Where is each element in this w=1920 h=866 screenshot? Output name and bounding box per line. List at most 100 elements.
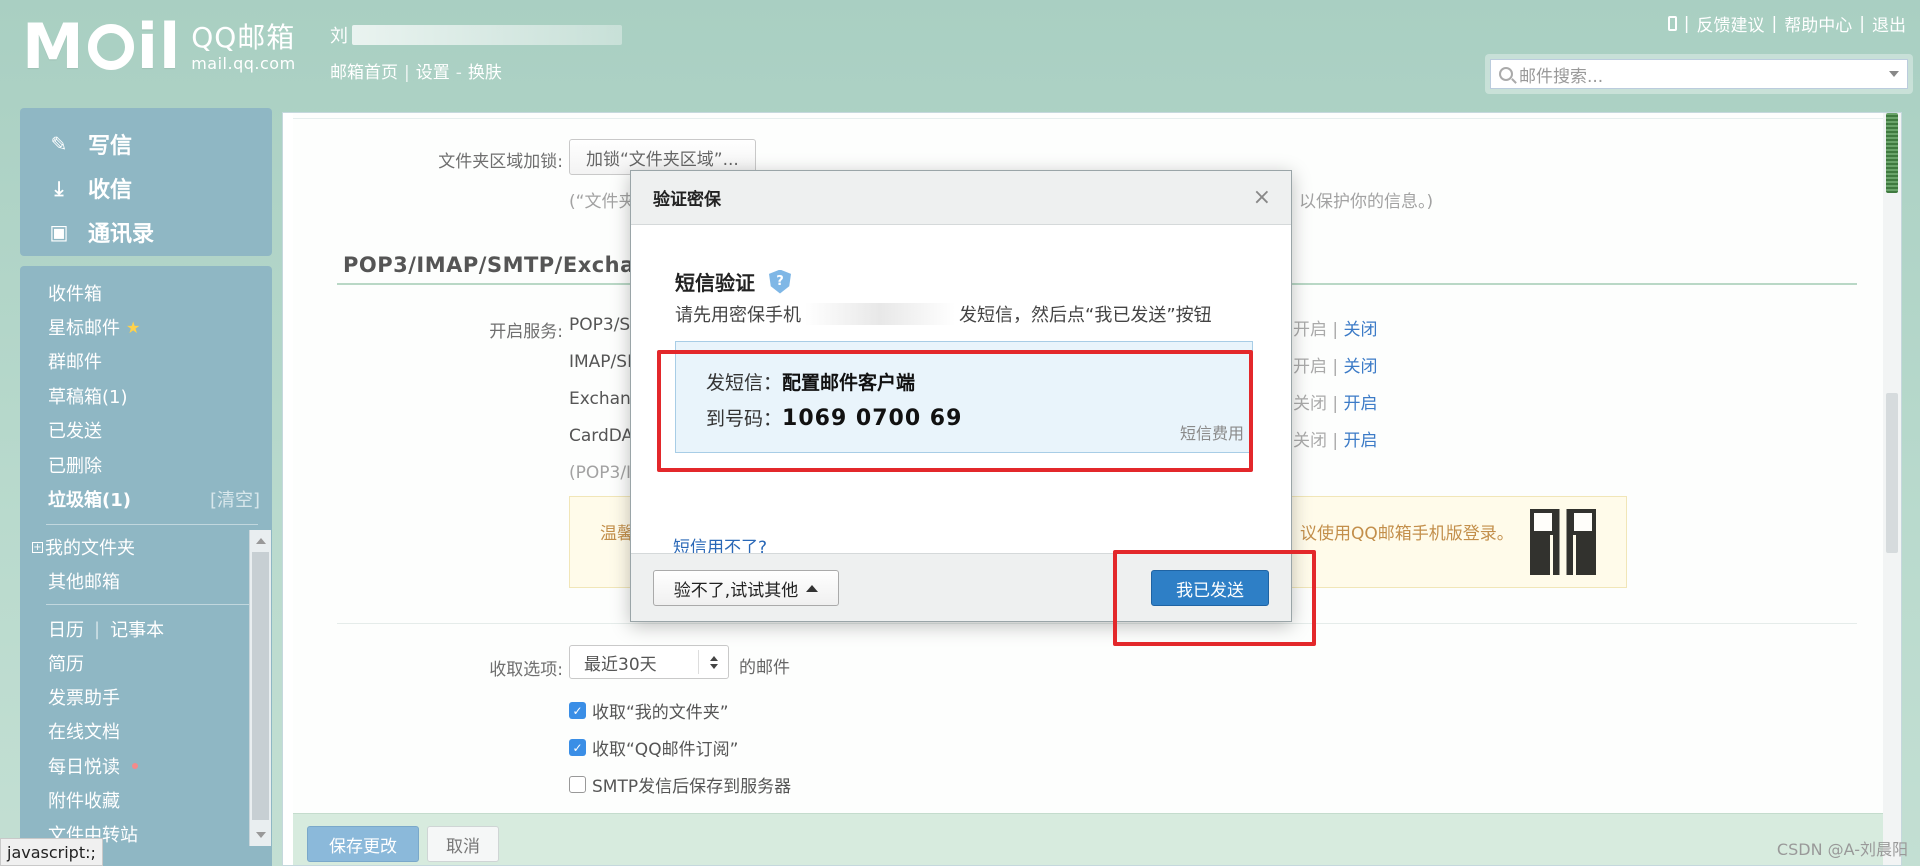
contacts-button[interactable]: ▣ 通讯录 [46,210,272,254]
dialog-title: 验证密保 [653,190,721,210]
feedback-link[interactable]: 反馈建议 [1697,11,1765,36]
highlight-box-sent [1113,550,1316,646]
compose-button[interactable]: ✎ 写信 [46,122,272,166]
skin-link[interactable]: 换肤 [468,63,502,83]
watermark: CSDN @A-刘晨阳 [1776,840,1908,859]
service-pop3: POP3/SI [569,315,636,335]
imap-close-link[interactable]: 关闭 [1344,357,1378,377]
sidebar-item-other-mailboxes[interactable]: 其他邮箱 [48,568,120,594]
sidebar-primary: ✎ 写信 ⤓ 收信 ▣ 通讯录 [20,108,272,256]
service-pop3-ops: 开启 | 关闭 [1293,320,1378,340]
service-label: 开启服务: [489,322,563,342]
check-qq-subscription[interactable]: ✓ 收取“QQ邮件订阅” [569,735,738,760]
clear-spam-link[interactable]: [清空] [210,486,260,512]
star-icon: ★ [126,317,141,337]
service-imap-ops: 开启 | 关闭 [1293,357,1378,377]
cancel-button[interactable]: 取消 [427,826,499,862]
receive-range-select[interactable]: 最近30天 [569,645,729,679]
qq-mail-logo[interactable]: Mil QQ邮箱 mail.qq.com [22,10,296,83]
status-url: javascript:; [0,838,103,866]
save-button[interactable]: 保存更改 [307,826,419,862]
home-link[interactable]: 邮箱首页 [330,63,398,83]
search-icon [1499,67,1513,81]
divider [46,604,258,605]
redacted-phone [805,303,955,325]
sidebar-item-calendar-notes: 日历 | 记事本 [48,616,164,642]
sidebar-item-docs[interactable]: 在线文档 [48,718,120,744]
mobile-icon[interactable] [1667,16,1677,31]
sidebar-item-starred[interactable]: 星标邮件 ★ [48,314,140,340]
sidebar-item-group[interactable]: 群邮件 [48,348,102,374]
search-placeholder: 邮件搜索... [1519,66,1604,87]
logo-cn: QQ邮箱 [191,21,296,54]
sidebar-item-inbox[interactable]: 收件箱 [48,280,102,306]
section-title: POP3/IMAP/SMTP/Excha [343,253,635,277]
user-name: 刘 [330,22,622,48]
logout-link[interactable]: 退出 [1872,11,1906,36]
sidebar-item-deleted[interactable]: 已删除 [48,452,102,478]
divider [46,524,258,525]
sidebar-item-spam[interactable]: 垃圾箱(1) [48,486,131,512]
chevron-up-icon [806,584,819,592]
logo-mark: Mil [22,10,182,83]
download-icon: ⤓ [54,176,64,200]
dialog-header: 验证密保 × [631,171,1291,225]
sidebar-scrollbar[interactable] [249,530,271,846]
contacts-icon: ▣ [49,220,69,244]
search-input[interactable]: 邮件搜索... [1490,59,1908,89]
sidebar-item-sent[interactable]: 已发送 [48,417,102,443]
close-icon[interactable]: × [1253,185,1271,210]
help-link[interactable]: 帮助中心 [1784,11,1852,36]
receive-suffix: 的邮件 [739,658,790,678]
pencil-icon: ✎ [50,132,68,156]
expand-icon[interactable]: + [32,541,43,553]
logo-text: QQ邮箱 mail.qq.com [191,24,295,76]
checkbox-icon[interactable] [569,776,586,793]
action-bar: 保存更改 取消 [293,813,1893,865]
sidebar-item-resume[interactable]: 简历 [48,650,84,676]
sidebar-item-drafts[interactable]: 草稿箱(1) [48,383,128,409]
logo-en: mail.qq.com [191,54,296,73]
receive-button[interactable]: ⤓ 收信 [46,166,272,210]
check-smtp-save[interactable]: SMTP发信后保存到服务器 [569,772,791,797]
sms-description: 请先用密保手机 发短信，然后点“我已发送”按钮 [675,303,1212,326]
sidebar-item-daily-read[interactable]: 每日悦读 [48,753,138,779]
highlight-box-sms [657,350,1253,472]
folder-lock-hint: (“文件夹 [569,192,636,212]
top-right-links: | 反馈建议 | 帮助中心 | 退出 [1667,11,1906,36]
checkbox-checked-icon[interactable]: ✓ [569,739,586,756]
calendar-link[interactable]: 日历 [48,616,84,642]
stepper-icon [698,650,728,674]
try-other-button[interactable]: 验不了,试试其他 [653,570,839,606]
search-area: 邮件搜索... [1485,54,1913,94]
sidebar-folders: 收件箱 星标邮件 ★ 群邮件 草稿箱(1) 已发送 已删除 垃圾箱(1) [清空]… [20,266,272,866]
folder-lock-label: 文件夹区域加锁: [438,152,563,172]
new-dot-icon [132,763,138,769]
warning-text-right: 议使用QQ邮箱手机版登录。 [1300,524,1514,544]
carddav-open-link[interactable]: 开启 [1344,431,1378,451]
checkbox-checked-icon[interactable]: ✓ [569,702,586,719]
user-block: 刘 邮箱首页 | 设置 - 换肤 [330,22,622,83]
user-links: 邮箱首页 | 设置 - 换肤 [330,63,502,83]
service-imap: IMAP/SI [569,352,633,372]
exchange-open-link[interactable]: 开启 [1344,394,1378,414]
notes-link[interactable]: 记事本 [110,616,164,642]
services-note: (POP3/I [569,463,632,483]
pop3-close-link[interactable]: 关闭 [1344,320,1378,340]
sidebar-item-my-folders[interactable]: + 我的文件夹 [32,534,135,560]
sms-title: 短信验证? [675,267,791,296]
folder-lock-hint-right: 以保护你的信息。) [1299,192,1434,212]
sidebar-item-invoice[interactable]: 发票助手 [48,684,120,710]
service-exchange-ops: 关闭 | 开启 [1293,394,1378,414]
user-name-text: 刘 [330,26,348,47]
chevron-down-icon[interactable] [1889,71,1899,77]
shield-icon[interactable]: ? [769,269,791,294]
receive-label: 收取选项: [489,660,563,680]
divider [337,623,1857,624]
main-scrollbar[interactable] [1883,113,1901,865]
settings-link[interactable]: 设置 [416,63,450,83]
sidebar-item-attachments[interactable]: 附件收藏 [48,787,120,813]
redacted-email [352,25,622,45]
check-my-folders[interactable]: ✓ 收取“我的文件夹” [569,698,729,723]
qr-code-icon [1530,509,1596,575]
